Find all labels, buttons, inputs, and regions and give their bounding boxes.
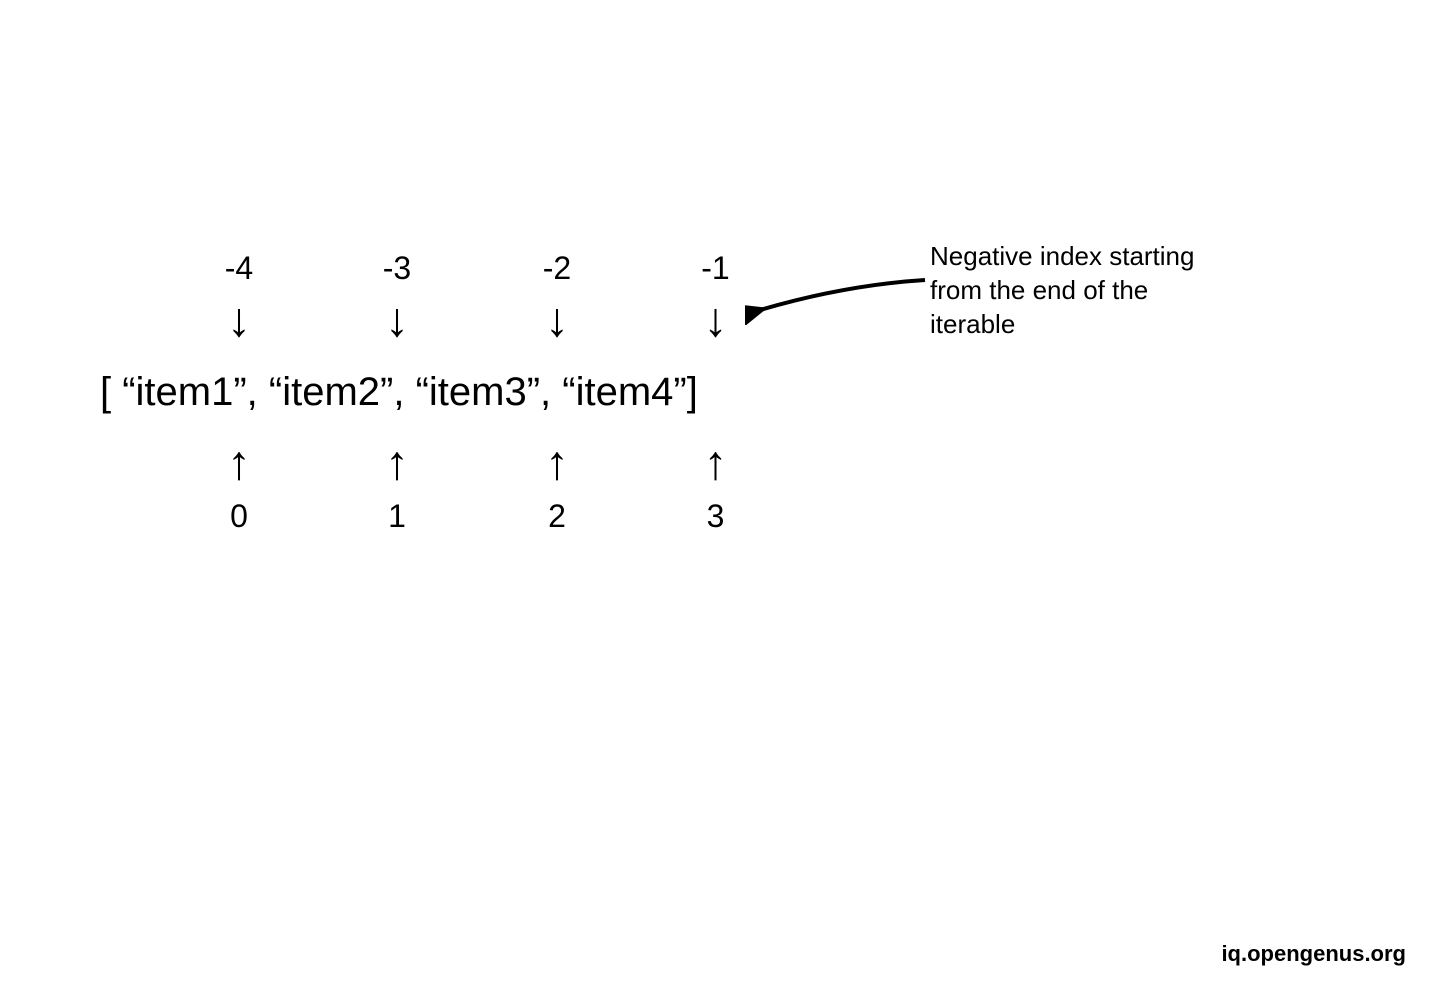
callout-line: iterable xyxy=(930,308,1230,342)
callout-arrow-icon xyxy=(745,275,930,325)
callout-line: Negative index starting xyxy=(930,240,1230,274)
down-arrow-icon: ↓ xyxy=(476,297,638,345)
positive-index-label: 1 xyxy=(318,498,476,535)
down-arrow-row: ↓ ↓ ↓ ↓ xyxy=(160,297,800,345)
positive-index-label: 0 xyxy=(160,498,318,535)
negative-index-label: -3 xyxy=(318,250,476,287)
up-arrow-icon: ↑ xyxy=(476,440,638,488)
callout-line: from the end of the xyxy=(930,274,1230,308)
indexing-diagram: -4 -3 -2 -1 ↓ ↓ ↓ ↓ [ “item1”, “item2”, … xyxy=(100,250,800,535)
negative-index-label: -4 xyxy=(160,250,318,287)
up-arrow-icon: ↑ xyxy=(160,440,318,488)
up-arrow-row: ↑ ↑ ↑ ↑ xyxy=(160,440,800,488)
positive-index-label: 2 xyxy=(476,498,638,535)
positive-index-row: 0 1 2 3 xyxy=(160,498,800,535)
list-literal: [ “item1”, “item2”, “item3”, “item4”] xyxy=(100,370,800,415)
down-arrow-icon: ↓ xyxy=(160,297,318,345)
up-arrow-icon: ↑ xyxy=(638,440,793,488)
down-arrow-icon: ↓ xyxy=(318,297,476,345)
callout-annotation: Negative index starting from the end of … xyxy=(930,240,1230,341)
negative-index-row: -4 -3 -2 -1 xyxy=(160,250,800,287)
positive-index-label: 3 xyxy=(638,498,793,535)
up-arrow-icon: ↑ xyxy=(318,440,476,488)
watermark-text: iq.opengenus.org xyxy=(1221,941,1406,967)
negative-index-label: -2 xyxy=(476,250,638,287)
